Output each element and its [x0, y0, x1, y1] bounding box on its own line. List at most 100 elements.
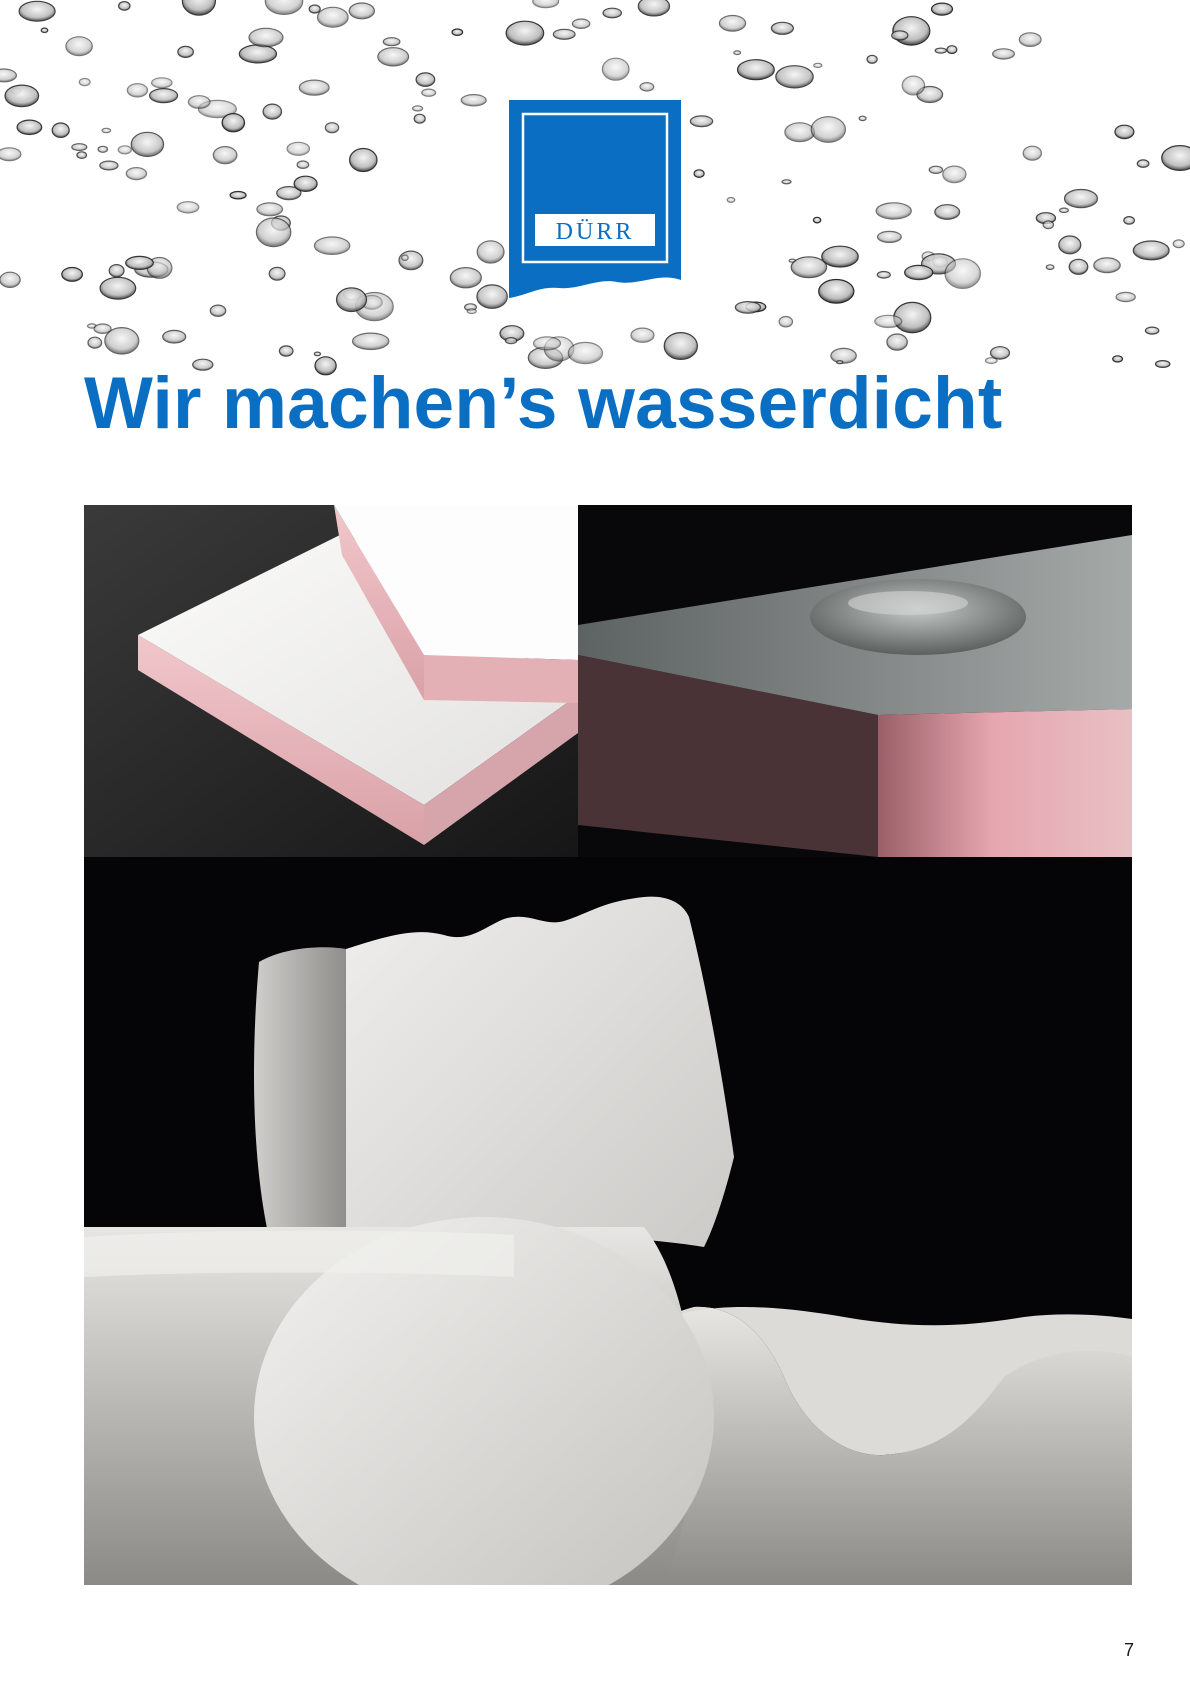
water-droplet [1114, 124, 1135, 140]
water-droplet [1161, 145, 1190, 171]
water-droplet [466, 308, 477, 315]
water-droplet [99, 276, 137, 300]
water-droplet [810, 116, 847, 143]
water-droplet [778, 315, 794, 328]
water-droplet [505, 20, 545, 46]
water-droplet [532, 0, 560, 9]
water-droplet [351, 332, 390, 351]
water-droplet [946, 45, 958, 55]
water-droplet [118, 0, 131, 11]
water-droplet [928, 165, 944, 174]
water-droplet [818, 278, 855, 304]
water-droplet [1093, 257, 1121, 274]
water-droplet [71, 143, 88, 152]
water-droplet [187, 95, 211, 109]
water-droplet [308, 4, 321, 14]
water-droplet [412, 105, 424, 112]
water-droplet [0, 271, 21, 288]
water-droplet [313, 351, 322, 357]
water-droplet [256, 202, 284, 217]
water-droplet [51, 122, 70, 138]
water-droplet [264, 0, 304, 15]
water-droplet [736, 59, 775, 81]
water-droplet [293, 175, 318, 192]
water-droplet [476, 284, 508, 309]
water-droplet [125, 255, 154, 270]
water-droplet [151, 77, 173, 89]
water-droplet [813, 62, 823, 69]
water-droplet [130, 131, 165, 158]
water-droplet [209, 304, 227, 317]
water-droplet [76, 151, 88, 160]
water-droplet [248, 27, 284, 48]
water-droplet [117, 145, 133, 155]
water-droplet [875, 202, 912, 220]
water-droplet [858, 115, 867, 122]
water-droplet [781, 179, 792, 185]
water-droplet [298, 79, 330, 96]
water-droplet [262, 103, 283, 120]
water-droplet [689, 115, 714, 128]
foam-photo-collage [84, 505, 1132, 1585]
water-droplet [790, 256, 828, 279]
water-droplet [1018, 32, 1042, 47]
water-droplet [101, 127, 112, 134]
page-headline: Wir machen’s wasserdicht [84, 363, 1003, 444]
water-droplet [904, 264, 934, 281]
water-droplet [1144, 326, 1160, 335]
water-droplet [571, 18, 591, 29]
water-droplet [942, 165, 967, 184]
water-droplet [1063, 188, 1099, 209]
page-number: 7 [1123, 1640, 1134, 1660]
water-droplet [876, 230, 902, 243]
water-droplet [602, 7, 622, 19]
water-droplet [104, 326, 140, 355]
water-droplet [108, 264, 125, 278]
water-droplet [726, 196, 736, 203]
water-droplet [567, 341, 604, 365]
photo-shaped-foam-pieces [84, 857, 1132, 1585]
water-droplet [99, 160, 119, 171]
water-droplet [504, 337, 518, 345]
water-droplet [601, 57, 630, 81]
water-droplet [296, 160, 310, 170]
water-droplet [415, 72, 436, 87]
water-droplet [268, 266, 286, 281]
water-droplet [229, 190, 247, 200]
water-droplet [1042, 220, 1055, 230]
water-droplet [775, 65, 814, 89]
water-droplet [221, 112, 246, 133]
water-droplet [733, 50, 742, 56]
photo-foam-water-drop [578, 505, 1132, 857]
water-droplet [934, 47, 948, 54]
water-droplet [0, 147, 22, 162]
water-droplet [316, 6, 349, 28]
water-droplet [821, 245, 859, 268]
water-droplet [1058, 207, 1069, 214]
water-droplet [784, 122, 816, 143]
water-droplet [126, 83, 149, 98]
water-droplet [637, 0, 671, 17]
water-droplet [718, 14, 747, 32]
water-droplet [930, 2, 954, 16]
water-droplet [377, 47, 410, 67]
water-droplet [212, 146, 238, 165]
photo-foam-boards [84, 505, 578, 857]
water-droplet [639, 82, 655, 92]
water-droplet [97, 145, 109, 153]
water-droplet [663, 332, 699, 361]
water-droplet [891, 30, 909, 41]
water-droplet [1136, 159, 1150, 168]
water-droplet [830, 347, 857, 364]
durr-logo: DÜRR [509, 100, 681, 318]
water-droplet [40, 27, 49, 34]
water-droplet [1154, 360, 1171, 369]
water-droplet [552, 28, 576, 40]
water-droplet [886, 333, 908, 351]
water-droplet [313, 236, 351, 255]
water-droplet [348, 2, 375, 20]
water-droplet [177, 45, 195, 59]
water-droplet [770, 21, 795, 35]
water-droplet [382, 37, 401, 47]
water-droplet [901, 75, 926, 96]
